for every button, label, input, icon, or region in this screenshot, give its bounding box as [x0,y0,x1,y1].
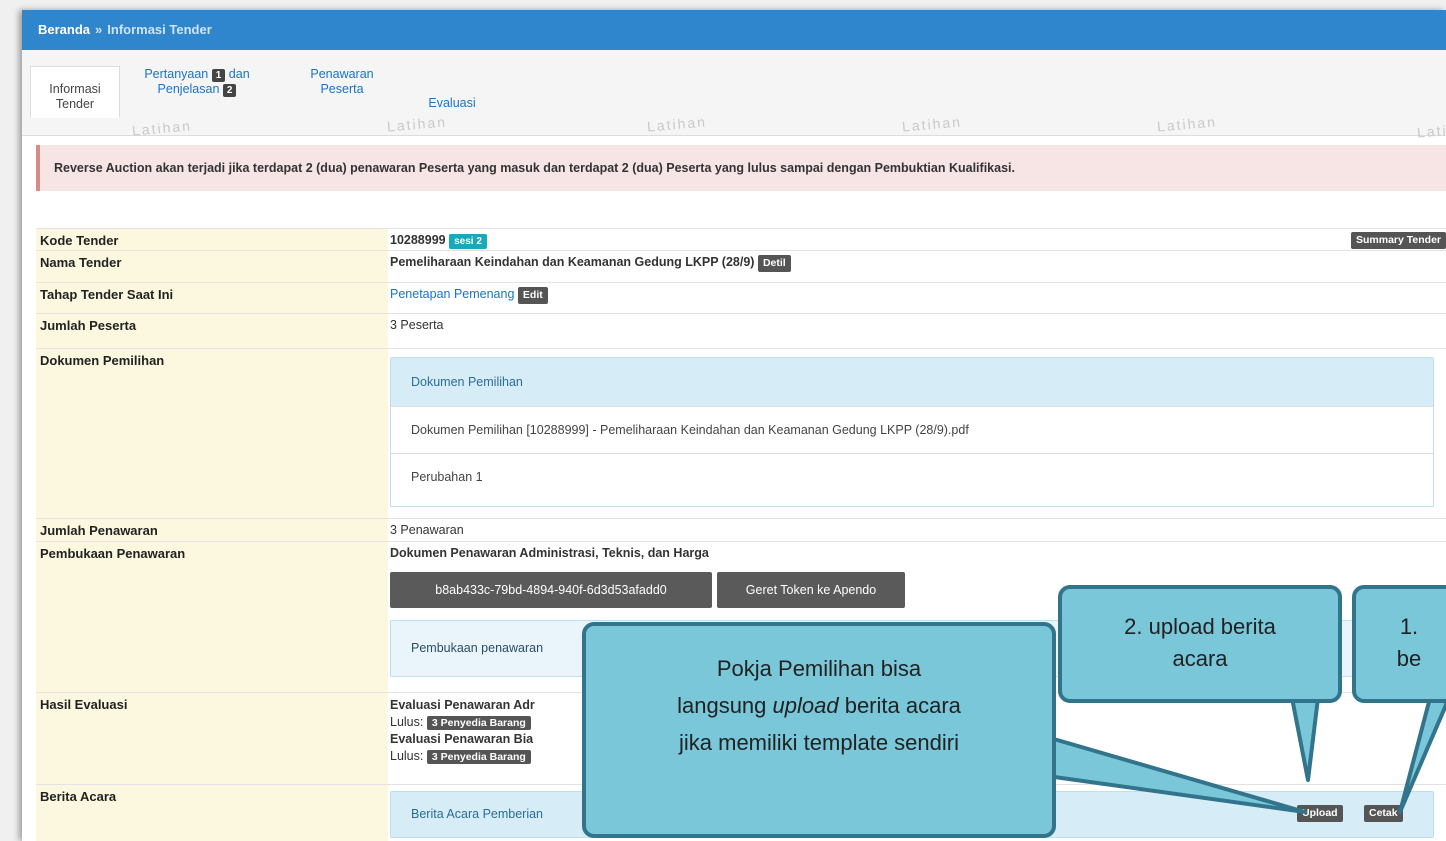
tab-label: Tender [55,97,95,111]
tab-label: Informasi [49,82,101,96]
panel-title: Dokumen Pemilihan [391,358,1433,406]
token-button[interactable]: b8ab433c-79bd-4894-940f-6d3d53afadd0 [390,572,712,608]
row-value: Penetapan Pemenang Edit [390,283,1446,314]
dokumen-file-link[interactable]: Dokumen Pemilihan [10288999] - Pemelihar… [391,406,1433,453]
dokumen-panel: Dokumen Pemilihan Dokumen Pemilihan [102… [390,357,1434,507]
tab-pertanyaan-penjelasan[interactable]: Pertanyaan 1 dan Penjelasan 2 [122,67,272,97]
cetak-callout: 1. be [1352,585,1446,703]
callout-text: langsung [677,693,773,718]
upload-callout: 2. upload berita acara [1058,585,1342,703]
pembukaan-heading: Dokumen Penawaran Administrasi, Teknis, … [390,546,709,560]
breadcrumb: Beranda » Informasi Tender [22,10,1446,50]
lulus-badge[interactable]: 3 Penyedia Barang [426,750,531,764]
tab-bar: Informasi Tender Pertanyaan 1 dan Penjel… [22,50,1446,141]
tab-informasi-tender[interactable]: Informasi Tender [30,66,120,118]
tab-evaluasi[interactable]: Evaluasi [412,96,492,111]
nama-tender-value: Pemeliharaan Keindahan dan Keamanan Gedu… [390,255,755,269]
detil-button[interactable]: Detil [757,255,791,272]
row-label: Berita Acara [36,785,388,841]
callout-text: be [1396,646,1422,671]
reverse-auction-alert: Reverse Auction akan terjadi jika terdap… [36,145,1446,191]
breadcrumb-home[interactable]: Beranda [38,22,90,37]
callout-text: jika memiliki template sendiri [679,730,959,755]
row-label: Hasil Evaluasi [36,693,388,785]
tab-label: dan [228,67,250,81]
row-nama-tender: Nama Tender Pemeliharaan Keindahan dan K… [36,250,1446,283]
watermark: Latihan [386,113,448,135]
geret-token-button[interactable]: Geret Token ke Apendo [717,572,905,608]
watermark: Latihan [1416,119,1446,141]
callout-text: 2. upload berita [1124,614,1276,639]
pokja-callout: Pokja Pemilihan bisa langsung upload ber… [582,622,1056,838]
lulus-label: Lulus: [390,749,424,763]
row-value: 3 Penawaran [390,523,464,537]
tab-penawaran-peserta[interactable]: Penawaran Peserta [292,67,392,97]
breadcrumb-current: Informasi Tender [107,22,212,37]
tab-label: Penawaran [310,67,374,81]
row-dokumen-pemilihan: Dokumen Pemilihan Dokumen Pemilihan Doku… [36,348,1446,519]
watermark: Latihan [131,117,193,139]
row-label: Nama Tender [36,251,388,283]
callout-text-italic: upload [772,693,839,718]
tab-label: Peserta [320,82,364,96]
watermark: Latihan [1156,113,1218,135]
row-label: Jumlah Penawaran [36,519,388,542]
row-label: Dokumen Pemilihan [36,349,388,519]
callout-text: Pokja Pemilihan bisa [716,656,922,681]
row-value: Pemeliharaan Keindahan dan Keamanan Gedu… [390,251,1446,283]
row-jumlah-penawaran: Jumlah Penawaran 3 Penawaran [36,518,1446,542]
tahap-tender-link[interactable]: Penetapan Pemenang [390,287,514,301]
lulus-badge[interactable]: 3 Penyedia Barang [426,716,531,730]
row-jumlah-peserta: Jumlah Peserta 3 Peserta [36,313,1446,349]
cetak-button[interactable]: Cetak [1364,805,1403,822]
question-count-badge: 1 [211,69,226,82]
summary-tender-button[interactable]: Summary Tender [1351,232,1446,249]
upload-button[interactable]: Upload [1297,805,1343,822]
row-kode-tender: Kode Tender 10288999 sesi 2 Summary Tend… [36,228,1446,251]
callout-text: 1. [1399,614,1419,639]
tab-label: Penjelasan [157,82,220,96]
callout-text: acara [1172,646,1228,671]
watermark: Latihan [901,113,963,135]
watermark: Latihan [646,113,708,135]
row-value: 10288999 sesi 2 Summary Tender [390,229,1446,251]
lulus-label: Lulus: [390,715,424,729]
explanation-count-badge: 2 [222,84,237,97]
perubahan-item[interactable]: Perubahan 1 [391,453,1433,500]
sesi-badge: sesi 2 [449,234,487,249]
row-label: Jumlah Peserta [36,314,388,349]
row-tahap-tender: Tahap Tender Saat Ini Penetapan Pemenang… [36,282,1446,314]
tab-label: Pertanyaan [144,67,209,81]
row-label: Pembukaan Penawaran [36,542,388,693]
row-value: 3 Peserta [390,318,444,332]
edit-button[interactable]: Edit [517,287,548,304]
row-label: Kode Tender [36,229,388,251]
row-label: Tahap Tender Saat Ini [36,283,388,314]
kode-tender-value: 10288999 [390,233,446,247]
callout-text: berita acara [838,693,961,718]
breadcrumb-separator: » [95,22,103,37]
